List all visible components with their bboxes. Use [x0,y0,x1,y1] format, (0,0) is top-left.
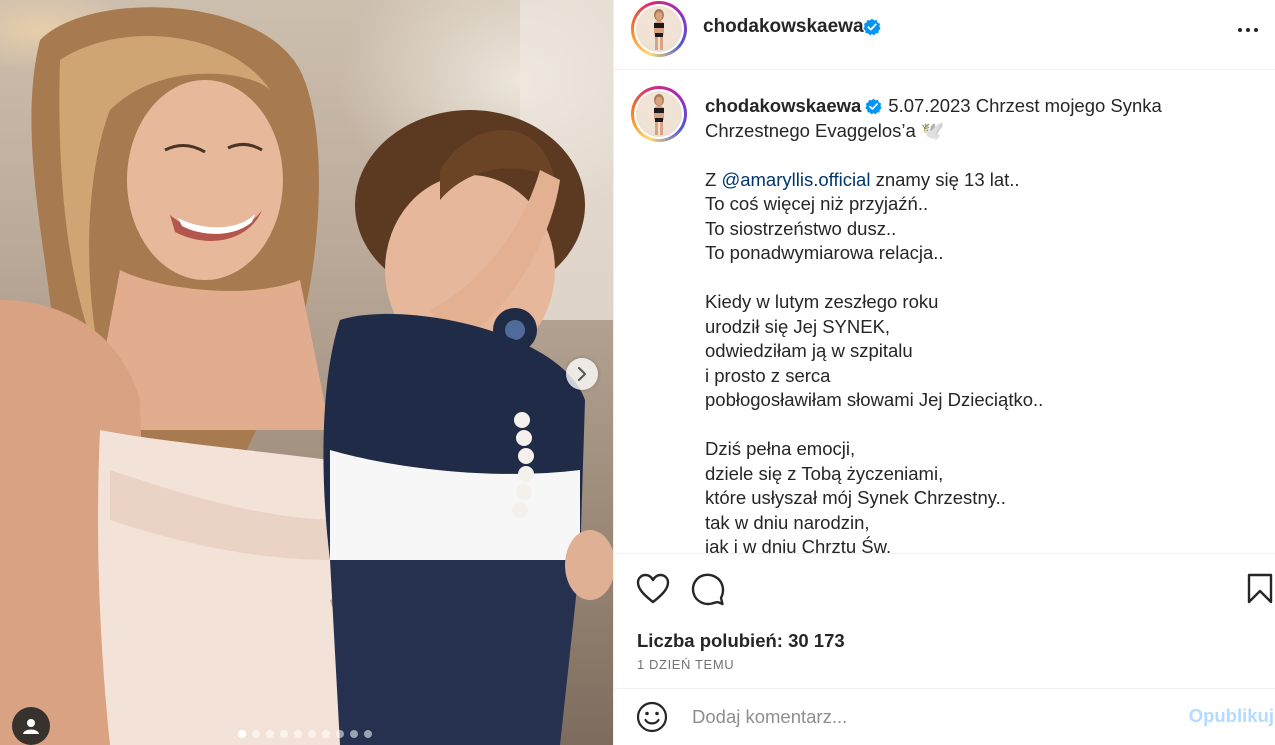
carousel-dot [364,730,372,738]
photo-illustration [0,0,613,745]
caption-line: odwiedziłam ją w szpitalu [705,340,913,361]
carousel-dot [308,730,316,738]
likes-count[interactable]: Liczba polubień: 30 173 [637,630,845,652]
carousel-dot [350,730,358,738]
comment-composer: Opublikuj [614,688,1275,745]
caption-line: pobłogosławiłam słowami Jej Dzieciątko.. [705,389,1044,410]
heart-icon [636,573,670,604]
caption-line: Dziś pełna emocji, [705,438,856,459]
caption-line: Kiedy w lutym zeszłego roku [705,291,939,312]
caption-line: To coś więcej niż przyjaźń.. [705,193,929,214]
caption-line: dziele się z Tobą życzeniami, [705,462,944,484]
next-photo-button[interactable] [566,358,598,390]
caption-body: Chrzestnego Evaggelos’a 🕊️ Z @amaryllis.o… [705,119,1245,554]
caption-line: jak i w dniu Chrztu Św. [705,536,892,553]
carousel-dot [252,730,260,738]
carousel-dot [280,730,288,738]
more-options-button[interactable] [1236,18,1260,47]
avatar-figure-icon [654,94,664,135]
comment-button[interactable] [691,572,725,611]
emoji-smile-icon [636,701,668,733]
caption-line: które usłyszał mój Synek Chrzestny.. [705,487,1006,508]
carousel-dot [294,730,302,738]
author-avatar[interactable] [631,1,687,57]
post-caption: chodakowskaewa 5.07.2023 Chrzest mojego … [705,94,1245,553]
caption-first-line: 5.07.2023 Chrzest mojego Synka [888,95,1162,116]
caption-line: i prosto z serca [705,364,831,386]
post-photo[interactable] [0,0,613,745]
save-button[interactable] [1246,573,1274,610]
publish-button[interactable]: Opublikuj [1189,705,1274,727]
caption-line: To ponadwymiarowa relacja.. [705,242,944,263]
carousel-dot [266,730,274,738]
emoji-button[interactable] [636,701,668,738]
caption-scroll-area[interactable]: chodakowskaewa 5.07.2023 Chrzest mojego … [614,70,1275,553]
verified-badge-icon [865,98,882,115]
caption-line: urodził się Jej SYNEK, [705,315,891,337]
more-horizontal-icon [1238,28,1258,32]
caption-line: Chrzestnego Evaggelos’a 🕊️ [705,119,945,141]
bookmark-icon [1247,573,1273,604]
caption-author-avatar[interactable] [631,86,687,142]
post-actions: Liczba polubień: 30 173 1 DZIEŃ TEMU [614,553,1275,688]
chevron-right-icon [578,367,586,381]
comment-bubble-icon [691,573,725,606]
mention-link[interactable]: @amaryllis.official [721,169,870,190]
caption-line: To siostrzeństwo dusz.. [705,217,897,239]
post-timestamp[interactable]: 1 DZIEŃ TEMU [637,657,734,672]
caption-author-username[interactable]: chodakowskaewa [705,95,861,116]
comment-input[interactable] [692,703,1162,731]
carousel-indicator [0,730,613,738]
avatar-figure-icon [654,9,664,50]
carousel-dot [322,730,330,738]
post-details-panel: chodakowskaewa chodakowskaewa 5.07.2023 … [613,0,1275,745]
carousel-dot [238,730,246,738]
caption-line: tak w dniu narodzin, [705,511,870,533]
caption-line: Z @amaryllis.official znamy się 13 lat.. [705,168,1020,190]
carousel-dot [336,730,344,738]
verified-badge-icon [863,18,881,36]
author-username[interactable]: chodakowskaewa [703,16,864,38]
user-tag-button[interactable] [12,707,50,745]
post-header: chodakowskaewa [614,0,1275,70]
like-button[interactable] [636,573,670,610]
